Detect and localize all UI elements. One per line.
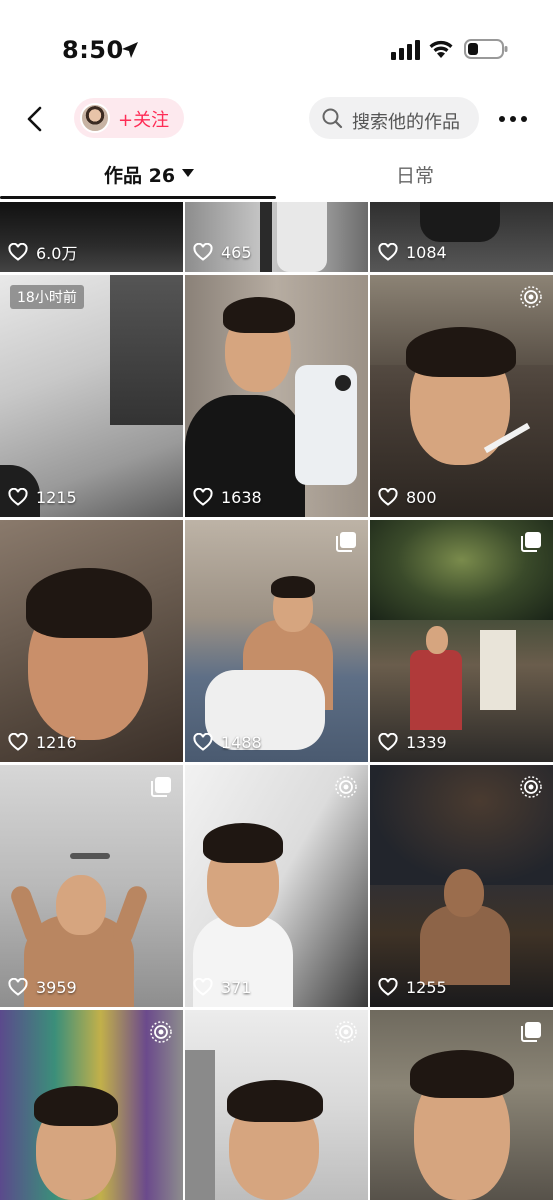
tile-detail [410, 650, 462, 730]
grid-tile[interactable]: 800 [370, 275, 553, 517]
search-placeholder: 搜索他的作品 [352, 112, 460, 133]
status-time: 8:50 [62, 36, 124, 64]
like-count: 1084 [378, 241, 447, 263]
tile-detail [203, 823, 283, 863]
tile-detail [26, 568, 152, 638]
heart-icon [8, 243, 28, 261]
cellular-signal-icon [391, 40, 420, 60]
tile-detail [406, 327, 516, 377]
like-count: 1216 [8, 731, 77, 753]
like-count: 1255 [378, 976, 447, 998]
heart-icon [193, 243, 213, 261]
grid-tile[interactable] [370, 1010, 553, 1200]
active-tab-indicator [0, 196, 276, 199]
tile-detail [410, 1050, 514, 1098]
tile-detail [223, 297, 295, 333]
multi-image-icon [521, 532, 541, 552]
caret-down-icon[interactable] [182, 169, 194, 177]
tab-daily-label: 日常 [396, 165, 435, 187]
time-badge: 18小时前 [10, 285, 84, 309]
heart-icon [8, 978, 28, 996]
heart-icon [193, 733, 213, 751]
grid-tile[interactable]: 1255 [370, 765, 553, 1007]
tile-detail [8, 883, 48, 947]
profile-header: +关注 搜索他的作品 [0, 96, 553, 144]
avatar[interactable] [80, 103, 110, 133]
multi-image-icon [521, 1022, 541, 1042]
grid-tile[interactable]: 3959 [0, 765, 183, 1007]
tile-detail [56, 875, 106, 935]
status-bar: 8:50 [0, 0, 553, 96]
like-count: 800 [378, 486, 437, 508]
grid-tile[interactable]: 465 [185, 202, 368, 272]
live-photo-icon [520, 776, 542, 798]
search-icon [322, 108, 343, 129]
heart-icon [8, 733, 28, 751]
tile-detail [426, 626, 448, 654]
tile-detail [277, 202, 327, 272]
heart-icon [378, 978, 398, 996]
content-tabs: 作品 26 日常 [0, 152, 553, 202]
heart-icon [8, 488, 28, 506]
grid-tile[interactable]: 6.0万 [0, 202, 183, 272]
like-count: 465 [193, 241, 252, 263]
tile-detail [271, 576, 315, 598]
tab-works-label: 作品 26 [104, 165, 176, 187]
like-count: 1638 [193, 486, 262, 508]
battery-icon [464, 39, 508, 59]
wifi-icon [429, 40, 453, 58]
grid-tile[interactable]: 18小时前 1215 [0, 275, 183, 517]
live-photo-icon [335, 1021, 357, 1043]
live-photo-icon [520, 286, 542, 308]
live-photo-icon [335, 776, 357, 798]
grid-tile[interactable]: 1216 [0, 520, 183, 762]
tile-detail [110, 883, 150, 947]
like-count: 371 [193, 976, 252, 998]
live-photo-icon [150, 1021, 172, 1043]
tile-detail [185, 1050, 215, 1200]
grid-tile[interactable]: 1084 [370, 202, 553, 272]
follow-button[interactable]: +关注 [74, 98, 184, 138]
tile-detail [444, 869, 484, 917]
tile-detail [70, 853, 110, 859]
heart-icon [378, 243, 398, 261]
multi-image-icon [336, 532, 356, 552]
tab-works[interactable]: 作品 26 [0, 152, 276, 202]
like-count: 1339 [378, 731, 447, 753]
heart-icon [378, 733, 398, 751]
grid-tile[interactable]: 1339 [370, 520, 553, 762]
like-count: 1488 [193, 731, 262, 753]
works-grid: 6.0万 465 1084 18小时前 1215 1638 800 1216 1… [0, 202, 553, 1200]
heart-icon [193, 978, 213, 996]
grid-tile[interactable]: 1638 [185, 275, 368, 517]
like-count: 6.0万 [8, 241, 77, 263]
back-button[interactable] [18, 102, 52, 136]
grid-tile[interactable] [185, 1010, 368, 1200]
tile-detail [227, 1080, 323, 1122]
tile-detail [260, 202, 272, 272]
location-arrow-icon [122, 42, 138, 58]
heart-icon [378, 488, 398, 506]
grid-tile[interactable]: 1488 [185, 520, 368, 762]
like-count: 3959 [8, 976, 77, 998]
follow-label: +关注 [118, 110, 170, 131]
tile-detail [34, 1086, 118, 1126]
multi-image-icon [151, 777, 171, 797]
tile-detail [420, 905, 510, 985]
like-count: 1215 [8, 486, 77, 508]
grid-tile[interactable] [0, 1010, 183, 1200]
heart-icon [193, 488, 213, 506]
tile-detail [335, 375, 351, 391]
tab-daily[interactable]: 日常 [276, 152, 553, 202]
search-input[interactable]: 搜索他的作品 [309, 97, 479, 139]
grid-tile[interactable]: 371 [185, 765, 368, 1007]
tile-detail [110, 275, 183, 425]
more-options-icon[interactable] [497, 106, 529, 132]
tile-detail [420, 202, 500, 242]
tile-detail [480, 630, 516, 710]
